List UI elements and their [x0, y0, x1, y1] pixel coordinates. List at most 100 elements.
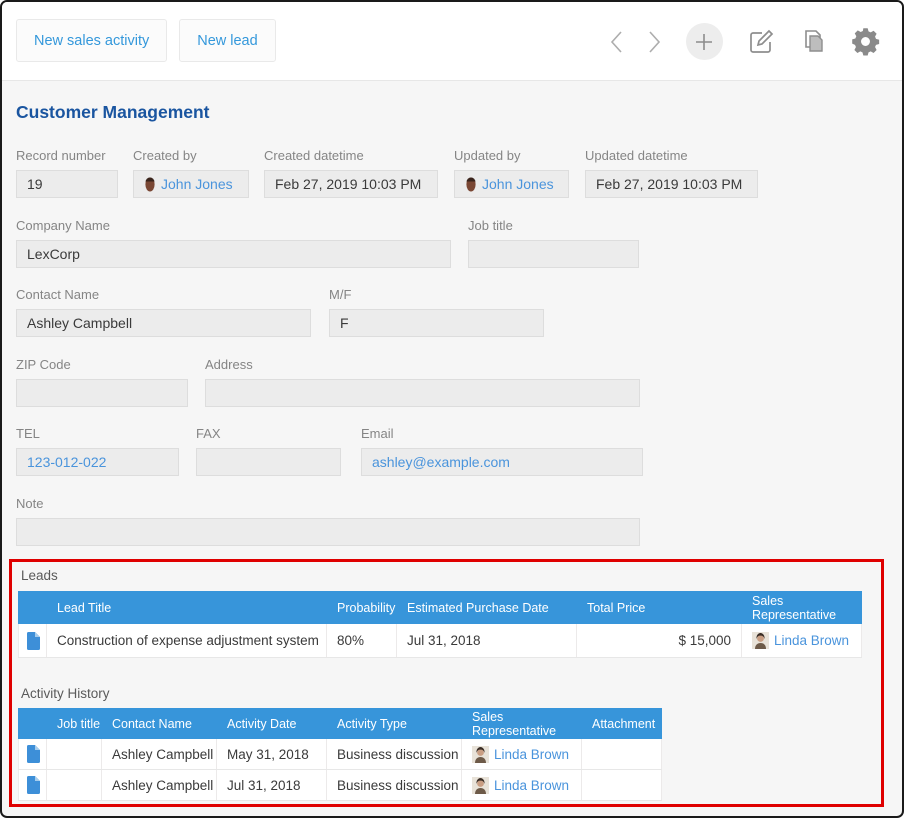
tel-link[interactable]: 123-012-022: [27, 449, 106, 475]
record-document-icon[interactable]: [26, 745, 40, 763]
leads-table: Lead Title Probability Estimated Purchas…: [18, 591, 862, 658]
activity-history-table: Job title Contact Name Activity Date Act…: [18, 708, 662, 801]
field-created-by: Created by John Jones: [133, 148, 249, 198]
leads-header-sales-representative: Sales Representative: [742, 591, 862, 624]
page-title: Customer Management: [16, 102, 210, 123]
lead-title-cell: Construction of expense adjustment syste…: [47, 624, 327, 657]
settings-gear-icon[interactable]: [839, 27, 891, 56]
activity-job-title-cell: [47, 770, 102, 800]
leads-header-icon-col: [18, 591, 47, 624]
field-mf: M/F F: [329, 287, 544, 337]
activity-history-section-title: Activity History: [21, 686, 110, 701]
activity-header-activity-date: Activity Date: [217, 708, 327, 739]
leads-header-estimated-purchase-date: Estimated Purchase Date: [397, 591, 577, 624]
lead-sales-rep-link[interactable]: Linda Brown: [774, 633, 849, 648]
sales-rep-avatar: [472, 746, 489, 763]
email-label: Email: [361, 426, 643, 441]
address-value: [205, 379, 640, 407]
activity-sales-representative-cell: Linda Brown: [462, 739, 582, 769]
record-document-icon[interactable]: [26, 776, 40, 794]
next-record-icon[interactable]: [635, 30, 673, 54]
activity-sales-rep-link[interactable]: Linda Brown: [494, 747, 569, 762]
leads-header-total-price: Total Price: [577, 591, 742, 624]
leads-table-header: Lead Title Probability Estimated Purchas…: [18, 591, 862, 624]
updated-by-user-link[interactable]: John Jones: [482, 171, 554, 197]
leads-table-row: Construction of expense adjustment syste…: [18, 624, 862, 658]
company-name-label: Company Name: [16, 218, 451, 233]
sales-rep-avatar: [472, 777, 489, 794]
lead-estimated-purchase-date-cell: Jul 31, 2018: [397, 624, 577, 657]
app-window: New sales activity New lead: [0, 0, 904, 818]
prev-record-icon[interactable]: [597, 30, 635, 54]
activity-job-title-cell: [47, 739, 102, 769]
note-label: Note: [16, 496, 640, 511]
edit-record-icon[interactable]: [735, 28, 787, 55]
email-value: ashley@example.com: [361, 448, 643, 476]
activity-table-row: Ashley Campbell Jul 31, 2018 Business di…: [18, 770, 662, 801]
created-datetime-label: Created datetime: [264, 148, 438, 163]
updated-by-value: John Jones: [454, 170, 569, 198]
field-zip-code: ZIP Code: [16, 357, 188, 407]
leads-header-lead-title: Lead Title: [47, 591, 327, 624]
toolbar-buttons: New sales activity New lead: [16, 19, 276, 62]
company-name-value: LexCorp: [16, 240, 451, 268]
fax-value: [196, 448, 341, 476]
highlight-red-box: Leads Lead Title Probability Estimated P…: [9, 559, 884, 807]
user-avatar-icon: [144, 177, 156, 192]
leads-section-title: Leads: [21, 568, 58, 583]
lead-total-price-cell: $ 15,000: [577, 624, 742, 657]
activity-header-contact-name: Contact Name: [102, 708, 217, 739]
activity-date-cell: May 31, 2018: [217, 739, 327, 769]
sales-rep-avatar: [752, 632, 769, 649]
new-sales-activity-button[interactable]: New sales activity: [16, 19, 167, 62]
toolbar: New sales activity New lead: [2, 2, 902, 81]
fax-label: FAX: [196, 426, 341, 441]
updated-datetime-value: Feb 27, 2019 10:03 PM: [585, 170, 758, 198]
mf-label: M/F: [329, 287, 544, 302]
toolbar-icons: [597, 2, 891, 81]
field-created-datetime: Created datetime Feb 27, 2019 10:03 PM: [264, 148, 438, 198]
field-record-number: Record number 19: [16, 148, 118, 198]
tel-label: TEL: [16, 426, 179, 441]
record-number-value: 19: [16, 170, 118, 198]
activity-attachment-cell: [582, 739, 662, 769]
activity-sales-rep-link[interactable]: Linda Brown: [494, 778, 569, 793]
add-record-circle: [686, 23, 723, 60]
user-avatar-icon: [465, 177, 477, 192]
zip-code-value: [16, 379, 188, 407]
note-value: [16, 518, 640, 546]
field-company-name: Company Name LexCorp: [16, 218, 451, 268]
activity-contact-name-cell: Ashley Campbell: [102, 770, 217, 800]
activity-header-attachment: Attachment: [582, 708, 662, 739]
activity-date-cell: Jul 31, 2018: [217, 770, 327, 800]
updated-by-label: Updated by: [454, 148, 569, 163]
activity-header-sales-representative: Sales Representative: [462, 708, 582, 739]
lead-probability-cell: 80%: [327, 624, 397, 657]
field-fax: FAX: [196, 426, 341, 476]
created-by-value: John Jones: [133, 170, 249, 198]
created-by-user-link[interactable]: John Jones: [161, 171, 233, 197]
field-email: Email ashley@example.com: [361, 426, 643, 476]
email-link[interactable]: ashley@example.com: [372, 449, 510, 475]
tel-value: 123-012-022: [16, 448, 179, 476]
new-lead-button[interactable]: New lead: [179, 19, 275, 62]
leads-header-probability: Probability: [327, 591, 397, 624]
activity-attachment-cell: [582, 770, 662, 800]
zip-code-label: ZIP Code: [16, 357, 188, 372]
record-number-label: Record number: [16, 148, 118, 163]
add-record-icon[interactable]: [673, 23, 735, 60]
lead-sales-representative-cell: Linda Brown: [742, 624, 862, 657]
job-title-value: [468, 240, 639, 268]
activity-table-header: Job title Contact Name Activity Date Act…: [18, 708, 662, 739]
activity-record-cell: [18, 770, 47, 800]
field-tel: TEL 123-012-022: [16, 426, 179, 476]
activity-header-icon-col: [18, 708, 47, 739]
activity-header-activity-type: Activity Type: [327, 708, 462, 739]
field-contact-name: Contact Name Ashley Campbell: [16, 287, 311, 337]
activity-type-cell: Business discussion: [327, 770, 462, 800]
activity-type-cell: Business discussion: [327, 739, 462, 769]
created-datetime-value: Feb 27, 2019 10:03 PM: [264, 170, 438, 198]
duplicate-record-icon[interactable]: [787, 28, 839, 55]
record-document-icon[interactable]: [26, 632, 40, 650]
activity-table-row: Ashley Campbell May 31, 2018 Business di…: [18, 739, 662, 770]
